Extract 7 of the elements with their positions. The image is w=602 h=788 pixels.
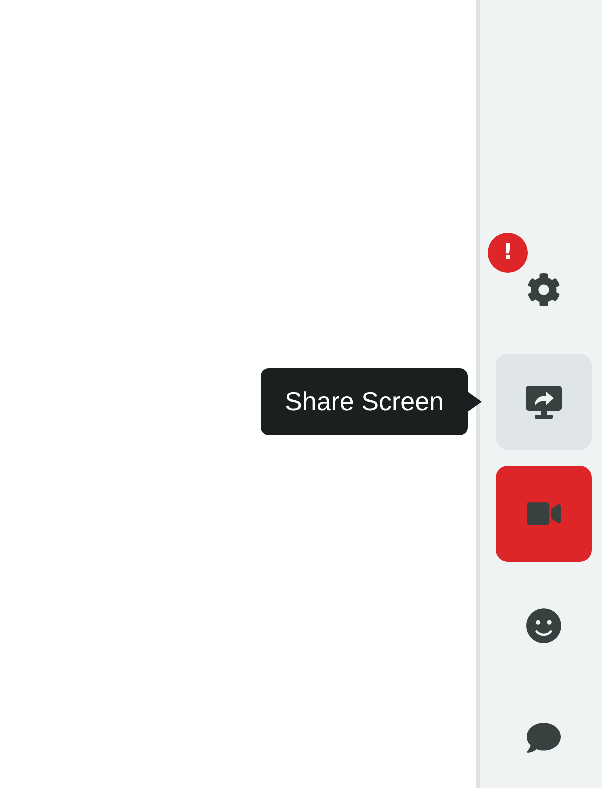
smiley-icon [526, 608, 562, 644]
share-screen-button[interactable] [496, 354, 592, 450]
tooltip-arrow [468, 392, 482, 412]
alert-badge: ! [488, 233, 528, 273]
settings-icon [527, 273, 561, 307]
speech-bubble-icon [527, 721, 561, 755]
tooltip: Share Screen [261, 368, 468, 436]
